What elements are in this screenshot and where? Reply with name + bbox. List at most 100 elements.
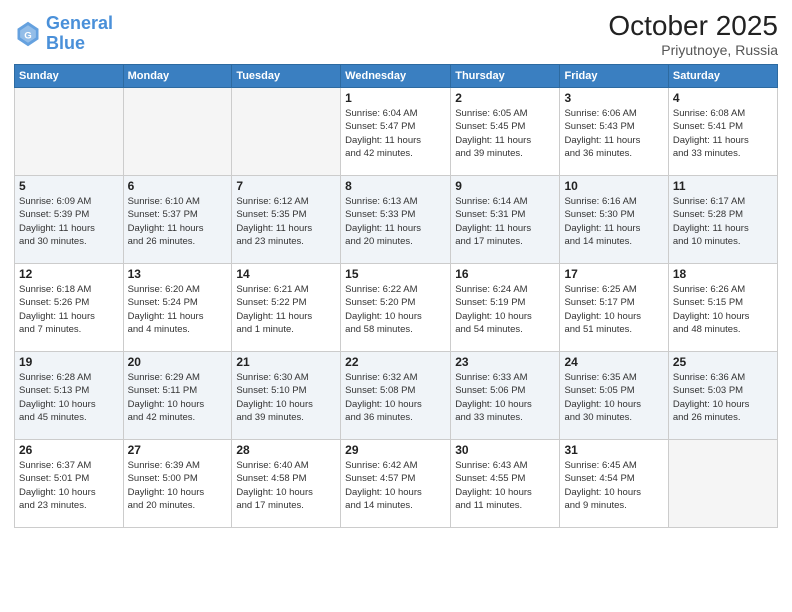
day-info: Sunrise: 6:09 AM Sunset: 5:39 PM Dayligh… <box>19 195 119 248</box>
day-number: 26 <box>19 443 119 457</box>
day-number: 8 <box>345 179 446 193</box>
month-title: October 2025 <box>608 10 778 42</box>
day-cell: 13Sunrise: 6:20 AM Sunset: 5:24 PM Dayli… <box>123 264 232 352</box>
logo-icon: G <box>14 20 42 48</box>
day-number: 10 <box>564 179 663 193</box>
day-info: Sunrise: 6:43 AM Sunset: 4:55 PM Dayligh… <box>455 459 555 512</box>
logo-general: General <box>46 13 113 33</box>
day-cell: 7Sunrise: 6:12 AM Sunset: 5:35 PM Daylig… <box>232 176 341 264</box>
day-info: Sunrise: 6:45 AM Sunset: 4:54 PM Dayligh… <box>564 459 663 512</box>
day-cell: 1 Sunrise: 6:04 AM Sunset: 5:47 PM Daylig… <box>341 88 451 176</box>
day-number: 25 <box>673 355 773 369</box>
day-info: Sunrise: 6:37 AM Sunset: 5:01 PM Dayligh… <box>19 459 119 512</box>
day-number: 24 <box>564 355 663 369</box>
title-block: October 2025 Priyutnoye, Russia <box>608 10 778 58</box>
day-info: Sunrise: 6:04 AM Sunset: 5:47 PM Dayligh… <box>345 107 446 160</box>
day-info: Sunrise: 6:26 AM Sunset: 5:15 PM Dayligh… <box>673 283 773 336</box>
day-info: Sunrise: 6:32 AM Sunset: 5:08 PM Dayligh… <box>345 371 446 424</box>
day-number: 16 <box>455 267 555 281</box>
day-cell: 29 Sunrise: 6:42 AM Sunset: 4:57 PM Dayli… <box>341 440 451 528</box>
day-cell: 23 Sunrise: 6:33 AM Sunset: 5:06 PM Dayli… <box>451 352 560 440</box>
day-cell: 27 Sunrise: 6:39 AM Sunset: 5:00 PM Dayli… <box>123 440 232 528</box>
day-cell: 26 Sunrise: 6:37 AM Sunset: 5:01 PM Dayli… <box>15 440 124 528</box>
location: Priyutnoye, Russia <box>608 42 778 58</box>
day-cell: 14 Sunrise: 6:21 AM Sunset: 5:22 PM Dayli… <box>232 264 341 352</box>
day-number: 19 <box>19 355 119 369</box>
day-number: 14 <box>236 267 336 281</box>
day-info: Sunrise: 6:39 AM Sunset: 5:00 PM Dayligh… <box>128 459 228 512</box>
day-number: 20 <box>128 355 228 369</box>
day-info: Sunrise: 6:24 AM Sunset: 5:19 PM Dayligh… <box>455 283 555 336</box>
day-cell: 28Sunrise: 6:40 AM Sunset: 4:58 PM Dayli… <box>232 440 341 528</box>
day-number: 11 <box>673 179 773 193</box>
weekday-header-row: Sunday Monday Tuesday Wednesday Thursday… <box>15 65 778 88</box>
logo: G General Blue <box>14 14 113 54</box>
day-info: Sunrise: 6:20 AM Sunset: 5:24 PM Dayligh… <box>128 283 228 336</box>
day-info: Sunrise: 6:08 AM Sunset: 5:41 PM Dayligh… <box>673 107 773 160</box>
day-cell <box>668 440 777 528</box>
day-number: 31 <box>564 443 663 457</box>
day-number: 3 <box>564 91 663 105</box>
day-cell <box>15 88 124 176</box>
day-number: 4 <box>673 91 773 105</box>
calendar: Sunday Monday Tuesday Wednesday Thursday… <box>14 64 778 528</box>
day-info: Sunrise: 6:36 AM Sunset: 5:03 PM Dayligh… <box>673 371 773 424</box>
day-cell: 22Sunrise: 6:32 AM Sunset: 5:08 PM Dayli… <box>341 352 451 440</box>
day-cell: 9 Sunrise: 6:14 AM Sunset: 5:31 PM Daylig… <box>451 176 560 264</box>
day-info: Sunrise: 6:21 AM Sunset: 5:22 PM Dayligh… <box>236 283 336 336</box>
day-info: Sunrise: 6:14 AM Sunset: 5:31 PM Dayligh… <box>455 195 555 248</box>
day-cell: 8 Sunrise: 6:13 AM Sunset: 5:33 PM Daylig… <box>341 176 451 264</box>
day-number: 23 <box>455 355 555 369</box>
th-monday: Monday <box>123 65 232 88</box>
day-cell: 6Sunrise: 6:10 AM Sunset: 5:37 PM Daylig… <box>123 176 232 264</box>
week-row-4: 26 Sunrise: 6:37 AM Sunset: 5:01 PM Dayli… <box>15 440 778 528</box>
day-cell: 17 Sunrise: 6:25 AM Sunset: 5:17 PM Dayli… <box>560 264 668 352</box>
day-number: 1 <box>345 91 446 105</box>
day-info: Sunrise: 6:25 AM Sunset: 5:17 PM Dayligh… <box>564 283 663 336</box>
day-cell: 31 Sunrise: 6:45 AM Sunset: 4:54 PM Dayli… <box>560 440 668 528</box>
day-cell: 3 Sunrise: 6:06 AM Sunset: 5:43 PM Daylig… <box>560 88 668 176</box>
svg-text:G: G <box>24 30 31 41</box>
day-number: 29 <box>345 443 446 457</box>
day-number: 21 <box>236 355 336 369</box>
th-wednesday: Wednesday <box>341 65 451 88</box>
day-number: 28 <box>236 443 336 457</box>
week-row-2: 12Sunrise: 6:18 AM Sunset: 5:26 PM Dayli… <box>15 264 778 352</box>
day-info: Sunrise: 6:06 AM Sunset: 5:43 PM Dayligh… <box>564 107 663 160</box>
day-info: Sunrise: 6:42 AM Sunset: 4:57 PM Dayligh… <box>345 459 446 512</box>
day-number: 27 <box>128 443 228 457</box>
logo-blue: Blue <box>46 33 85 53</box>
day-info: Sunrise: 6:05 AM Sunset: 5:45 PM Dayligh… <box>455 107 555 160</box>
day-cell: 10 Sunrise: 6:16 AM Sunset: 5:30 PM Dayli… <box>560 176 668 264</box>
day-info: Sunrise: 6:17 AM Sunset: 5:28 PM Dayligh… <box>673 195 773 248</box>
day-info: Sunrise: 6:33 AM Sunset: 5:06 PM Dayligh… <box>455 371 555 424</box>
week-row-0: 1 Sunrise: 6:04 AM Sunset: 5:47 PM Daylig… <box>15 88 778 176</box>
th-tuesday: Tuesday <box>232 65 341 88</box>
th-friday: Friday <box>560 65 668 88</box>
day-cell: 24 Sunrise: 6:35 AM Sunset: 5:05 PM Dayli… <box>560 352 668 440</box>
day-info: Sunrise: 6:29 AM Sunset: 5:11 PM Dayligh… <box>128 371 228 424</box>
th-saturday: Saturday <box>668 65 777 88</box>
day-cell: 12Sunrise: 6:18 AM Sunset: 5:26 PM Dayli… <box>15 264 124 352</box>
day-info: Sunrise: 6:35 AM Sunset: 5:05 PM Dayligh… <box>564 371 663 424</box>
day-cell: 21 Sunrise: 6:30 AM Sunset: 5:10 PM Dayli… <box>232 352 341 440</box>
day-info: Sunrise: 6:16 AM Sunset: 5:30 PM Dayligh… <box>564 195 663 248</box>
week-row-3: 19 Sunrise: 6:28 AM Sunset: 5:13 PM Dayli… <box>15 352 778 440</box>
day-cell: 16 Sunrise: 6:24 AM Sunset: 5:19 PM Dayli… <box>451 264 560 352</box>
day-number: 6 <box>128 179 228 193</box>
day-info: Sunrise: 6:28 AM Sunset: 5:13 PM Dayligh… <box>19 371 119 424</box>
day-number: 17 <box>564 267 663 281</box>
header: G General Blue October 2025 Priyutnoye, … <box>14 10 778 58</box>
day-info: Sunrise: 6:13 AM Sunset: 5:33 PM Dayligh… <box>345 195 446 248</box>
day-info: Sunrise: 6:18 AM Sunset: 5:26 PM Dayligh… <box>19 283 119 336</box>
day-number: 9 <box>455 179 555 193</box>
day-info: Sunrise: 6:22 AM Sunset: 5:20 PM Dayligh… <box>345 283 446 336</box>
day-cell: 11 Sunrise: 6:17 AM Sunset: 5:28 PM Dayli… <box>668 176 777 264</box>
day-cell <box>232 88 341 176</box>
week-row-1: 5Sunrise: 6:09 AM Sunset: 5:39 PM Daylig… <box>15 176 778 264</box>
day-info: Sunrise: 6:12 AM Sunset: 5:35 PM Dayligh… <box>236 195 336 248</box>
day-cell: 15Sunrise: 6:22 AM Sunset: 5:20 PM Dayli… <box>341 264 451 352</box>
day-cell <box>123 88 232 176</box>
day-cell: 5Sunrise: 6:09 AM Sunset: 5:39 PM Daylig… <box>15 176 124 264</box>
day-info: Sunrise: 6:30 AM Sunset: 5:10 PM Dayligh… <box>236 371 336 424</box>
